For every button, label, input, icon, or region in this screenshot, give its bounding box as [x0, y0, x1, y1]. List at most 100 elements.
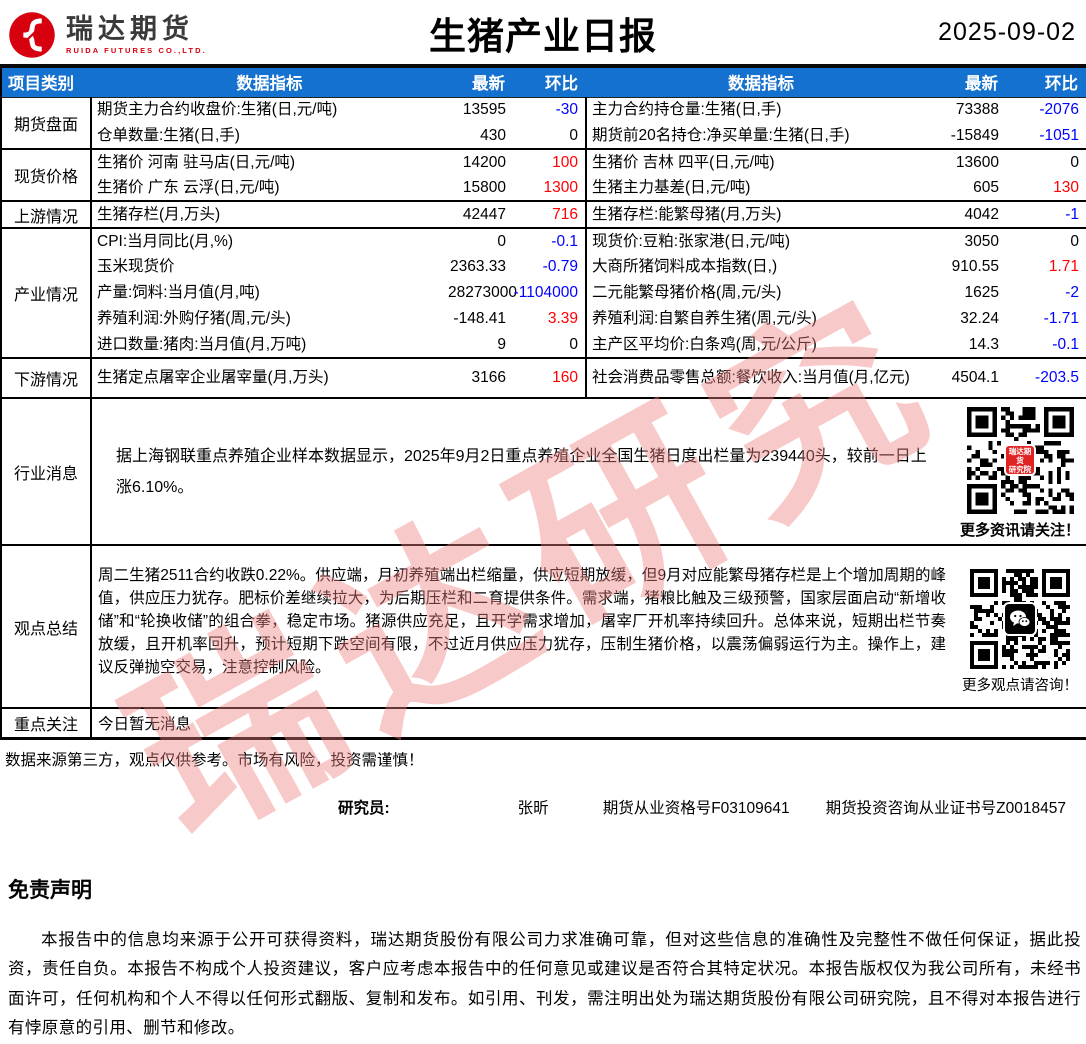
section-industry: 产业情况 CPI:当月同比(月,%) 0 -0.1 现货价:豆粕:张家港(日,元…: [1, 228, 1086, 358]
category-cell: 行业消息: [1, 398, 91, 545]
value-cell: 13600: [936, 149, 1006, 175]
table-row: 重点关注 今日暂无消息: [1, 708, 1086, 738]
category-cell: 产业情况: [1, 228, 91, 358]
indicator-cell: 养殖利润:外购仔猪(周,元/头): [91, 306, 448, 332]
change-cell: -0.79: [513, 254, 586, 280]
value-cell: 910.55: [936, 254, 1006, 280]
change-cell: 3.39: [513, 306, 586, 332]
value-cell: 4042: [936, 201, 1006, 228]
change-cell: 100: [513, 149, 586, 175]
section-futures: 期货盘面 期货主力合约收盘价:生猪(日,元/吨) 13595 -30 主力合约持…: [1, 97, 1086, 149]
summary-cell: 周二生猪2511合约收跌0.22%。供应端，月初养殖端出栏缩量，供应短期放缓，但…: [91, 545, 1086, 708]
summary-text: 周二生猪2511合约收跌0.22%。供应端，月初养殖端出栏缩量，供应短期放缓，但…: [92, 559, 954, 695]
change-cell: -1051: [1006, 123, 1086, 149]
change-cell: 130: [1006, 175, 1086, 201]
table-header: 项目类别 数据指标 最新 环比 数据指标 最新 环比: [1, 68, 1086, 97]
indicator-cell: 主力合约持仓量:生猪(日,手): [586, 97, 936, 123]
indicator-cell: 进口数量:猪肉:当月值(月,万吨): [91, 332, 448, 358]
change-cell: 160: [513, 358, 586, 398]
column-header-category: 项目类别: [1, 68, 91, 97]
indicator-cell: 社会消费品零售总额:餐饮收入:当月值(月,亿元): [586, 358, 936, 398]
brand-logo-icon: [6, 9, 58, 61]
category-cell: 上游情况: [1, 201, 91, 228]
indicator-cell: 产量:饲料:当月值(月,吨): [91, 280, 448, 306]
indicator-cell: 生猪价 吉林 四平(日,元/吨): [586, 149, 936, 175]
value-cell: 13595: [448, 97, 513, 123]
value-cell: 3050: [936, 228, 1006, 254]
change-cell: -1: [1006, 201, 1086, 228]
table-row: 进口数量:猪肉:当月值(月,万吨) 9 0 主产区平均价:白条鸡(周,元/公斤)…: [1, 332, 1086, 358]
brand-subtitle: RUIDA FUTURES CO.,LTD.: [66, 46, 207, 55]
value-cell: 28273000: [448, 280, 513, 306]
category-cell: 重点关注: [1, 708, 91, 738]
indicator-cell: 玉米现货价: [91, 254, 448, 280]
brand-name: 瑞达期货: [66, 16, 207, 43]
category-cell: 期货盘面: [1, 97, 91, 149]
section-spot: 现货价格 生猪价 河南 驻马店(日,元/吨) 14200 100 生猪价 吉林 …: [1, 149, 1086, 201]
table-row: 生猪价 广东 云浮(日,元/吨) 15800 1300 生猪主力基差(日,元/吨…: [1, 175, 1086, 201]
change-cell: 0: [513, 332, 586, 358]
change-cell: -30: [513, 97, 586, 123]
value-cell: 15800: [448, 175, 513, 201]
report-date: 2025-09-02: [938, 18, 1080, 47]
page-title: 生猪产业日报: [429, 6, 657, 60]
table-row: 上游情况 生猪存栏(月,万头) 42447 716 生猪存栏:能繁母猪(月,万头…: [1, 201, 1086, 228]
indicator-cell: 生猪主力基差(日,元/吨): [586, 175, 936, 201]
change-cell: -2076: [1006, 97, 1086, 123]
news-qr-code: 瑞达期货研究院: [967, 407, 1074, 514]
news-cell: 据上海钢联重点养殖企业样本数据显示，2025年9月2日重点养殖企业全国生猪日度出…: [91, 398, 1086, 545]
table-row: 产业情况 CPI:当月同比(月,%) 0 -0.1 现货价:豆粕:张家港(日,元…: [1, 228, 1086, 254]
news-qr-caption: 更多资讯请关注！: [960, 519, 1080, 540]
focus-text: 今日暂无消息: [91, 708, 1086, 738]
value-cell: 14200: [448, 149, 513, 175]
data-table: 项目类别 数据指标 最新 环比 数据指标 最新 环比 期货盘面 期货主力合约收盘…: [0, 68, 1086, 740]
section-news: 行业消息 据上海钢联重点养殖企业样本数据显示，2025年9月2日重点养殖企业全国…: [1, 398, 1086, 545]
change-cell: -2: [1006, 280, 1086, 306]
qr-center-logo: 瑞达期货研究院: [1004, 444, 1036, 476]
value-cell: 3166: [448, 358, 513, 398]
indicator-cell: 大商所猪饲料成本指数(日,): [586, 254, 936, 280]
table-row: 养殖利润:外购仔猪(周,元/头) -148.41 3.39 养殖利润:自繁自养生…: [1, 306, 1086, 332]
indicator-cell: 期货主力合约收盘价:生猪(日,元/吨): [91, 97, 448, 123]
value-cell: 9: [448, 332, 513, 358]
change-cell: 1300: [513, 175, 586, 201]
value-cell: 32.24: [936, 306, 1006, 332]
section-upstream: 上游情况 生猪存栏(月,万头) 42447 716 生猪存栏:能繁母猪(月,万头…: [1, 201, 1086, 228]
change-cell: 0: [1006, 149, 1086, 175]
value-cell: 605: [936, 175, 1006, 201]
table-row: 玉米现货价 2363.33 -0.79 大商所猪饲料成本指数(日,) 910.5…: [1, 254, 1086, 280]
value-cell: 430: [448, 123, 513, 149]
disclaimer-section: 免责声明 本报告中的信息均来源于公开可获得资料，瑞达期货股份有限公司力求准确可靠…: [0, 874, 1086, 1044]
news-text: 据上海钢联重点养殖企业样本数据显示，2025年9月2日重点养殖企业全国生猪日度出…: [92, 404, 954, 540]
indicator-cell: 生猪存栏(月,万头): [91, 201, 448, 228]
summary-qr-code: [970, 569, 1070, 669]
indicator-cell: 生猪定点屠宰企业屠宰量(月,万头): [91, 358, 448, 398]
disclaimer-heading: 免责声明: [8, 874, 1081, 904]
change-cell: 0: [1006, 228, 1086, 254]
value-cell: 0: [448, 228, 513, 254]
qualification-number-1: 期货从业资格号F03109641: [603, 796, 790, 818]
section-focus: 重点关注 今日暂无消息: [1, 708, 1086, 738]
indicator-cell: 现货价:豆粕:张家港(日,元/吨): [586, 228, 936, 254]
section-downstream: 下游情况 生猪定点屠宰企业屠宰量(月,万头) 3166 160 社会消费品零售总…: [1, 358, 1086, 398]
column-header-change-2: 环比: [1006, 68, 1086, 97]
change-cell: -0.1: [1006, 332, 1086, 358]
disclaimer-body: 本报告中的信息均来源于公开可获得资料，瑞达期货股份有限公司力求准确可靠，但对这些…: [8, 926, 1081, 1044]
table-row: 行业消息 据上海钢联重点养殖企业样本数据显示，2025年9月2日重点养殖企业全国…: [1, 398, 1086, 545]
indicator-cell: 生猪存栏:能繁母猪(月,万头): [586, 201, 936, 228]
summary-qr-caption: 更多观点请咨询！: [962, 674, 1078, 695]
value-cell: -148.41: [448, 306, 513, 332]
indicator-cell: 仓单数量:生猪(日,手): [91, 123, 448, 149]
column-header-latest-1: 最新: [448, 68, 513, 97]
category-cell: 下游情况: [1, 358, 91, 398]
value-cell: 1625: [936, 280, 1006, 306]
table-row: 产量:饲料:当月值(月,吨) 28273000 -1104000 二元能繁母猪价…: [1, 280, 1086, 306]
table-row: 下游情况 生猪定点屠宰企业屠宰量(月,万头) 3166 160 社会消费品零售总…: [1, 358, 1086, 398]
column-header-indicator-2: 数据指标: [586, 68, 936, 97]
change-cell: 716: [513, 201, 586, 228]
researcher-line: 研究员: 张昕 期货从业资格号F03109641 期货投资咨询从业证书号Z001…: [338, 796, 1086, 818]
value-cell: 42447: [448, 201, 513, 228]
qualification-number-2: 期货投资咨询从业证书号Z0018457: [826, 796, 1066, 818]
table-row: 仓单数量:生猪(日,手) 430 0 期货前20名持仓:净买单量:生猪(日,手)…: [1, 123, 1086, 149]
brand-logo: 瑞达期货 RUIDA FUTURES CO.,LTD.: [6, 9, 207, 61]
